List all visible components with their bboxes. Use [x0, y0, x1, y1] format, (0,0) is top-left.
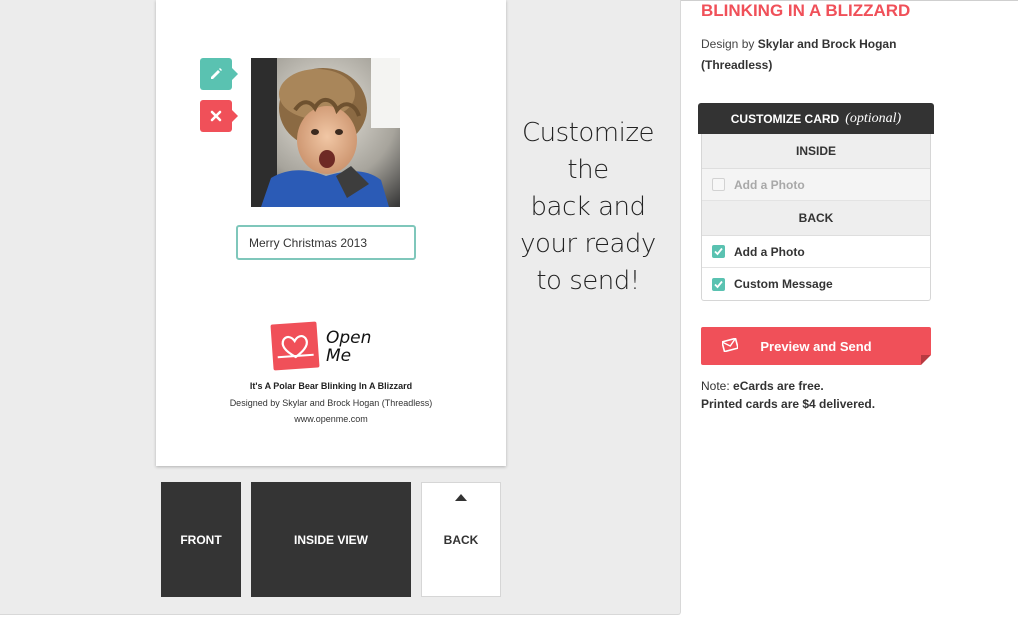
inside-section-label: INSIDE: [795, 144, 836, 158]
pricing-note-line2: Printed cards are $4 delivered.: [701, 395, 875, 413]
heart-icon: [277, 334, 314, 359]
product-title: BLINKING IN A BLIZZARD: [701, 1, 911, 20]
back-add-photo-label: Add a Photo: [734, 244, 805, 259]
inside-add-photo-option[interactable]: Add a Photo: [702, 169, 930, 201]
front-view-label: FRONT: [180, 532, 222, 547]
back-add-photo-option[interactable]: Add a Photo: [702, 236, 930, 268]
back-custom-message-label: Custom Message: [734, 277, 833, 291]
inside-view-button[interactable]: INSIDE VIEW: [251, 482, 411, 597]
back-custom-message-checkbox[interactable]: [712, 277, 725, 291]
checkmark-icon: [714, 247, 723, 256]
annotation-line: to send!: [536, 266, 640, 296]
customize-card-header: CUSTOMIZE CARD (optional): [698, 103, 934, 134]
edit-photo-button[interactable]: [200, 58, 238, 90]
card-website: www.openme.com: [294, 414, 368, 424]
inside-section-header: INSIDE: [702, 134, 930, 169]
back-view-label: BACK: [443, 532, 479, 547]
checkmark-icon: [714, 280, 723, 288]
annotation-line: back and: [530, 192, 646, 222]
preview-and-send-button[interactable]: Preview and Send: [701, 327, 931, 365]
back-view-button[interactable]: BACK: [421, 482, 501, 597]
uploaded-photo[interactable]: [251, 58, 400, 207]
pricing-note-prefix: Note:: [701, 379, 730, 393]
preview-and-send-label: Preview and Send: [760, 338, 872, 354]
designer-name: Skylar and Brock Hogan: [757, 37, 897, 51]
custom-message-input[interactable]: [236, 225, 416, 260]
child-photo-image: [251, 58, 400, 207]
back-custom-message-option[interactable]: Custom Message: [702, 268, 930, 300]
logo-line-me: Me: [326, 346, 352, 366]
card-design-title: It's A Polar Bear Blinking In A Blizzard: [249, 381, 413, 391]
inside-add-photo-label: Add a Photo: [734, 177, 805, 192]
back-section-header: BACK: [702, 201, 930, 236]
close-icon: [210, 110, 222, 122]
customize-card-optional: (optional): [845, 110, 902, 126]
customize-options-panel: INSIDE Add a Photo BACK Add a Photo Cust…: [701, 134, 931, 301]
printed-price: Printed cards are $4 delivered.: [701, 397, 876, 411]
envelope-icon: [722, 338, 738, 352]
back-section-label: BACK: [798, 211, 834, 225]
card-designer-credit: Designed by Skylar and Brock Hogan (Thre…: [229, 398, 433, 408]
card-preview-stage: Open Me It's A Polar Bear Blinking In A …: [0, 0, 681, 615]
delete-photo-button[interactable]: [200, 100, 238, 132]
caret-up-icon: [455, 494, 467, 501]
customize-card-title: CUSTOMIZE CARD: [730, 111, 840, 126]
openme-logo-text: Open Me: [326, 329, 371, 365]
card-back-preview: Open Me It's A Polar Bear Blinking In A …: [156, 0, 506, 466]
annotation-line: Customize the: [522, 118, 654, 185]
inside-view-label: INSIDE VIEW: [293, 532, 368, 547]
pencil-icon: [211, 68, 222, 79]
handwritten-annotation: Customize the back and your ready to sen…: [504, 115, 672, 300]
back-add-photo-checkbox[interactable]: [712, 245, 725, 258]
inside-add-photo-checkbox[interactable]: [712, 178, 725, 191]
annotation-line: your ready: [520, 229, 656, 259]
openme-logo-mark: [270, 321, 320, 371]
front-view-button[interactable]: FRONT: [161, 482, 241, 597]
design-credit-prefix: Design by: [701, 37, 755, 51]
designer-org: (Threadless): [701, 58, 773, 72]
pricing-note-line1: Note: eCards are free.: [701, 377, 875, 395]
ecards-price: eCards are free.: [733, 379, 824, 393]
logo-line-open: Open: [326, 328, 372, 348]
design-credit: Design by Skylar and Brock Hogan (Thread…: [701, 34, 921, 76]
pricing-note: Note: eCards are free. Printed cards are…: [701, 377, 875, 413]
